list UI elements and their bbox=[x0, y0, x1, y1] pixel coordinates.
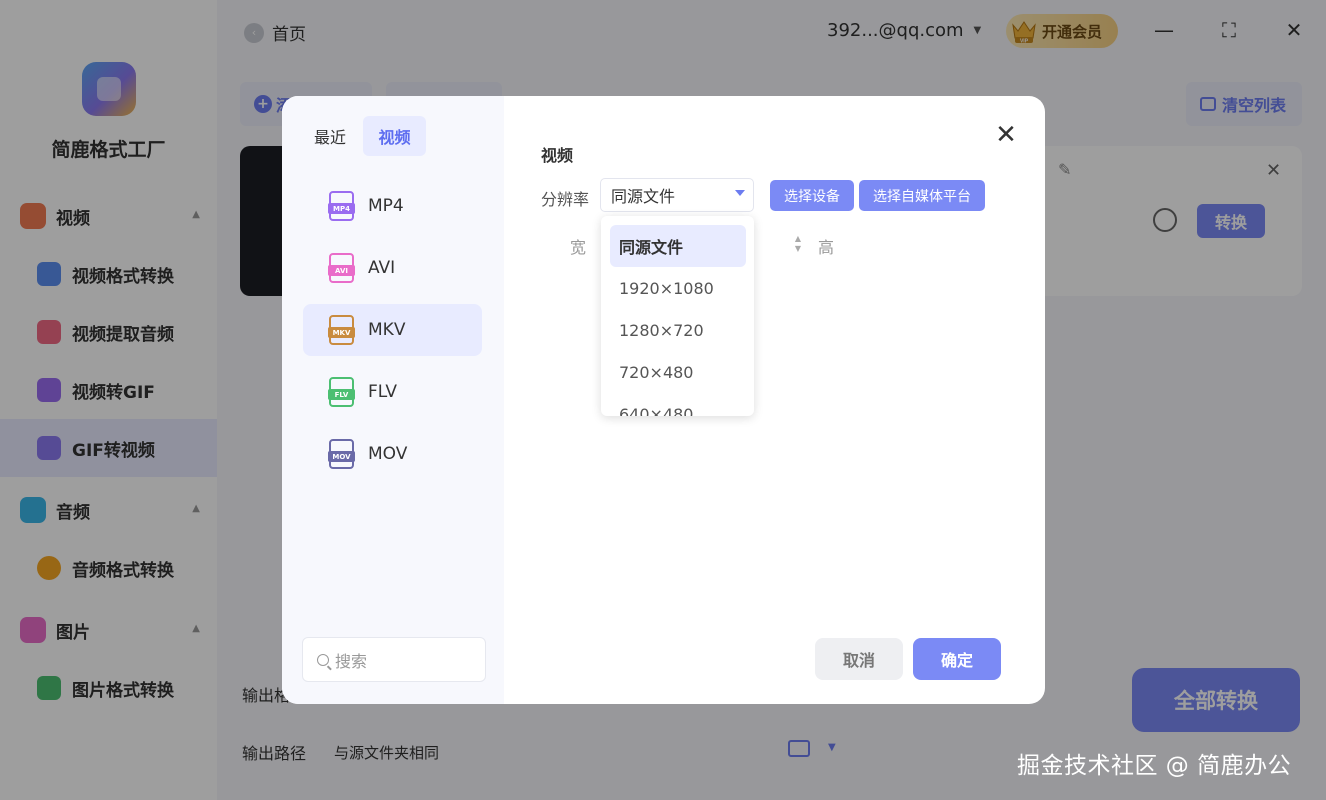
resolution-option[interactable]: 1280×720 bbox=[610, 309, 746, 351]
resolution-select[interactable]: 同源文件 bbox=[600, 178, 754, 212]
format-label: MP4 bbox=[368, 196, 404, 216]
format-label: MOV bbox=[368, 444, 408, 464]
resolution-option[interactable]: 720×480 bbox=[610, 351, 746, 393]
resolution-label: 分辨率 bbox=[541, 190, 590, 209]
resolution-value: 同源文件 bbox=[611, 187, 676, 206]
file-icon-tag: AVI bbox=[328, 265, 355, 276]
search-placeholder: 搜索 bbox=[335, 651, 368, 671]
choose-platform-button[interactable]: 选择自媒体平台 bbox=[859, 180, 985, 211]
file-icon-tag: FLV bbox=[328, 389, 355, 400]
format-label: AVI bbox=[368, 258, 396, 278]
height-stepper[interactable]: ▲ ▼ bbox=[787, 229, 809, 259]
format-item-mp4[interactable]: MP4 MP4 bbox=[303, 180, 482, 232]
height-label: 高 bbox=[818, 238, 835, 257]
tab-video[interactable]: 视频 bbox=[363, 116, 426, 156]
file-icon-tag: MOV bbox=[328, 451, 355, 462]
choose-device-button[interactable]: 选择设备 bbox=[770, 180, 854, 211]
cancel-button[interactable]: 取消 bbox=[815, 638, 903, 680]
format-label: FLV bbox=[368, 382, 398, 402]
confirm-button[interactable]: 确定 bbox=[913, 638, 1001, 680]
file-icon-tag: MP4 bbox=[328, 203, 355, 214]
format-search-input[interactable]: 搜索 bbox=[302, 637, 486, 682]
file-icon: FLV bbox=[328, 377, 355, 407]
resolution-option[interactable]: 同源文件 bbox=[610, 225, 746, 267]
watermark: 掘金技术社区 @ 简鹿办公 bbox=[1017, 753, 1292, 779]
format-label: MKV bbox=[368, 320, 406, 340]
file-icon: MKV bbox=[328, 315, 355, 345]
format-item-mov[interactable]: MOV MOV bbox=[303, 428, 482, 480]
format-item-mkv[interactable]: MKV MKV bbox=[303, 304, 482, 356]
chevron-down-icon bbox=[735, 190, 745, 196]
resolution-option[interactable]: 640×480 bbox=[610, 393, 746, 417]
search-icon bbox=[317, 653, 329, 666]
file-icon: AVI bbox=[328, 253, 355, 283]
file-icon: MOV bbox=[328, 439, 355, 469]
format-sidebar: 最近 视频 MP4 MP4 AVI AVI MKV MKV FLV FLV MO… bbox=[282, 96, 504, 704]
width-label: 宽 bbox=[570, 238, 587, 257]
file-icon-tag: MKV bbox=[328, 327, 355, 338]
resolution-option[interactable]: 1920×1080 bbox=[610, 267, 746, 309]
tab-recent[interactable]: 最近 bbox=[314, 116, 346, 156]
close-icon[interactable]: ✕ bbox=[993, 122, 1019, 148]
format-picker-dialog: 最近 视频 MP4 MP4 AVI AVI MKV MKV FLV FLV MO… bbox=[282, 96, 1045, 704]
settings-section-title: 视频 bbox=[541, 146, 574, 165]
format-item-flv[interactable]: FLV FLV bbox=[303, 366, 482, 418]
resolution-dropdown: 同源文件 1920×1080 1280×720 720×480 640×480 bbox=[601, 216, 754, 416]
format-item-avi[interactable]: AVI AVI bbox=[303, 242, 482, 294]
file-icon: MP4 bbox=[328, 191, 355, 221]
